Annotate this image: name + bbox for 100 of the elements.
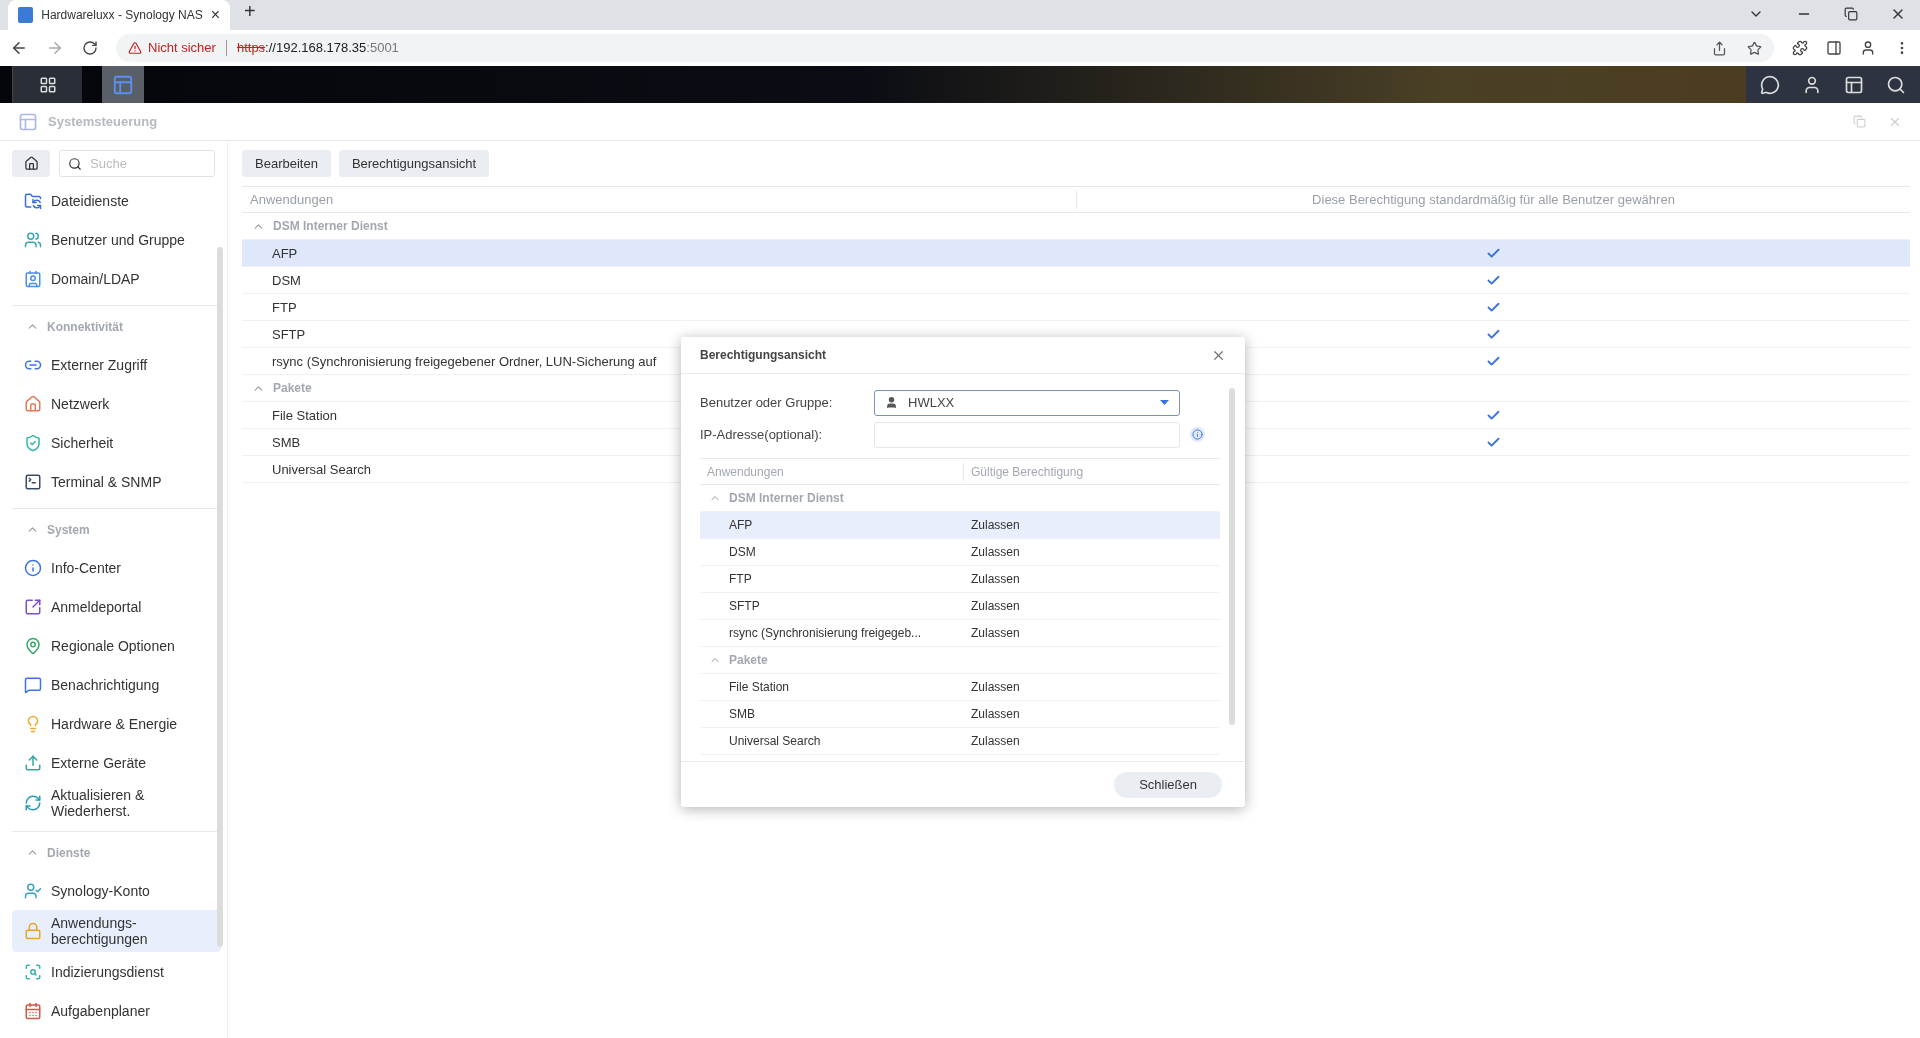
column-header: Anwendungen: [242, 189, 1077, 210]
security-label: Nicht sicher: [148, 39, 216, 58]
sidebar-item[interactable]: Domain/LDAP: [12, 259, 221, 298]
star-icon[interactable]: [1747, 40, 1762, 56]
sidebar-label: Synology-Konto: [51, 882, 150, 899]
column-header: Gültige Berechtigung: [970, 463, 1085, 481]
house-icon: [24, 394, 42, 413]
scrollbar[interactable]: [1229, 388, 1235, 725]
section-header: Dienste: [47, 844, 91, 862]
grid-icon: [38, 75, 57, 94]
table-row[interactable]: SFTP Zulassen: [700, 593, 1220, 620]
table-row[interactable]: Universal Search Zulassen: [700, 728, 1220, 755]
sidebar-item[interactable]: Dateidienste: [12, 181, 221, 220]
sidebar-label: Externe Geräte: [51, 754, 146, 771]
permission-value: Zulassen: [970, 733, 1020, 750]
chat-icon[interactable]: [1760, 74, 1780, 95]
back-icon[interactable]: [10, 39, 28, 57]
sidebar-label: Info-Center: [51, 559, 122, 576]
sidebar-item[interactable]: Info-Center: [12, 548, 221, 587]
sidebar-item[interactable]: Netzwerk: [12, 384, 221, 423]
side-panel-icon[interactable]: [1826, 40, 1842, 56]
main-menu-button[interactable]: [12, 66, 82, 103]
warning-icon: [128, 41, 142, 55]
app-name: FTP: [728, 571, 753, 588]
app-name: File Station: [728, 679, 791, 696]
profile-icon[interactable]: [1860, 40, 1876, 56]
app-name: File Station: [272, 408, 338, 423]
table-row[interactable]: DSM Zulassen: [700, 539, 1220, 566]
restore-icon[interactable]: [1844, 7, 1858, 21]
widgets-icon[interactable]: [1844, 74, 1864, 95]
sidebar-item[interactable]: Regionale Optionen: [12, 626, 221, 665]
user-icon: [885, 396, 898, 409]
sidebar-label: Hardware & Energie: [51, 715, 178, 732]
toolbar-button[interactable]: Berechtigungsansicht: [338, 150, 490, 177]
scrollbar[interactable]: [217, 247, 223, 947]
table-row[interactable]: FTP Zulassen: [700, 566, 1220, 593]
column-header: Anwendungen: [700, 462, 964, 481]
table-row[interactable]: SMB Zulassen: [700, 701, 1220, 728]
table-row[interactable]: File Station Zulassen: [700, 674, 1220, 701]
info-icon[interactable]: [1190, 427, 1205, 442]
tab-close-button[interactable]: ×: [210, 3, 220, 27]
puzzle-icon[interactable]: [1792, 40, 1808, 56]
section-header: Konnektivität: [47, 318, 123, 336]
sidebar-label: Sicherheit: [51, 434, 114, 451]
browser-tab[interactable]: Hardwareluxx - Synology NAS ×: [8, 0, 230, 30]
app-name: AFP: [728, 517, 754, 534]
folder-sync-icon: [24, 191, 42, 210]
sidebar-label: Aufgabenplaner: [51, 1002, 150, 1019]
sidebar-item[interactable]: Aufgabenplaner: [12, 991, 221, 1030]
sidebar-label: Regionale Optionen: [51, 637, 175, 654]
info-icon: [24, 558, 42, 577]
app-name: FTP: [272, 300, 297, 315]
new-tab-button[interactable]: +: [244, 0, 256, 26]
users-icon: [24, 230, 42, 249]
group-header: Pakete: [729, 652, 768, 669]
sidebar-item[interactable]: Terminal & SNMP: [12, 462, 221, 501]
sidebar-item[interactable]: Benutzer und Gruppe: [12, 220, 221, 259]
table-row[interactable]: AFP: [242, 240, 1910, 267]
sidebar-item[interactable]: Anmeldeportal: [12, 587, 221, 626]
sidebar-item[interactable]: Externe Geräte: [12, 743, 221, 782]
table-row[interactable]: AFP Zulassen: [700, 512, 1220, 539]
map-pin-icon: [24, 636, 42, 655]
share-icon[interactable]: [1712, 40, 1727, 56]
search-field[interactable]: Suche: [59, 150, 215, 177]
sidebar-item[interactable]: Hardware & Energie: [12, 704, 221, 743]
ip-input-field[interactable]: [874, 421, 1180, 448]
app-name: rsync (Synchronisierung freigegebener Ordner, LUN-Sicherung auf: [272, 354, 657, 369]
user-select[interactable]: HWLXX: [874, 389, 1180, 416]
reload-icon[interactable]: [82, 40, 98, 56]
app-name: AFP: [272, 246, 298, 261]
home-button[interactable]: [12, 150, 50, 177]
permission-value: Zulassen: [970, 706, 1020, 723]
sidebar-item[interactable]: Sicherheit: [12, 423, 221, 462]
app-name: DSM: [272, 273, 301, 288]
shield-check-icon: [24, 433, 42, 452]
app-name: SMB: [272, 435, 301, 450]
group-header: Pakete: [273, 380, 312, 397]
sidebar-item[interactable]: Aktualisieren & Wiederherst.: [12, 782, 221, 824]
sidebar-item[interactable]: Anwendungs-berechtigungen: [12, 910, 221, 952]
sidebar-item[interactable]: Externer Zugriff: [12, 345, 221, 384]
refresh-icon: [24, 794, 42, 812]
sidebar-label: Dateidienste: [51, 192, 129, 209]
caret-icon: [1160, 400, 1169, 405]
toolbar-button[interactable]: Bearbeiten: [242, 150, 331, 177]
user-icon[interactable]: [1802, 74, 1822, 95]
table-row[interactable]: rsync (Synchronisierung freigegeb... Zulassen: [700, 620, 1220, 647]
permission-value: Zulassen: [970, 598, 1020, 615]
search-icon[interactable]: [1886, 74, 1906, 95]
sidebar-label: Indizierungsdienst: [51, 963, 164, 980]
sidebar-item[interactable]: Synology-Konto: [12, 871, 221, 910]
sidebar-item[interactable]: Indizierungsdienst: [12, 952, 221, 991]
sidebar-label: Benutzer und Gruppe: [51, 231, 185, 248]
app-name: Universal Search: [272, 462, 371, 477]
address-field[interactable]: Nicht sicher https://192.168.178.35:5001: [116, 34, 1774, 62]
sidebar-item[interactable]: Benachrichtigung: [12, 665, 221, 704]
close-button[interactable]: Schließen: [1114, 771, 1222, 798]
permission-value: Zulassen: [970, 517, 1020, 534]
sidebar-label: Anwendungs-berechtigungen: [51, 915, 149, 947]
group-header: DSM Interner Dienst: [729, 490, 844, 507]
app-name: Universal Search: [728, 733, 822, 750]
